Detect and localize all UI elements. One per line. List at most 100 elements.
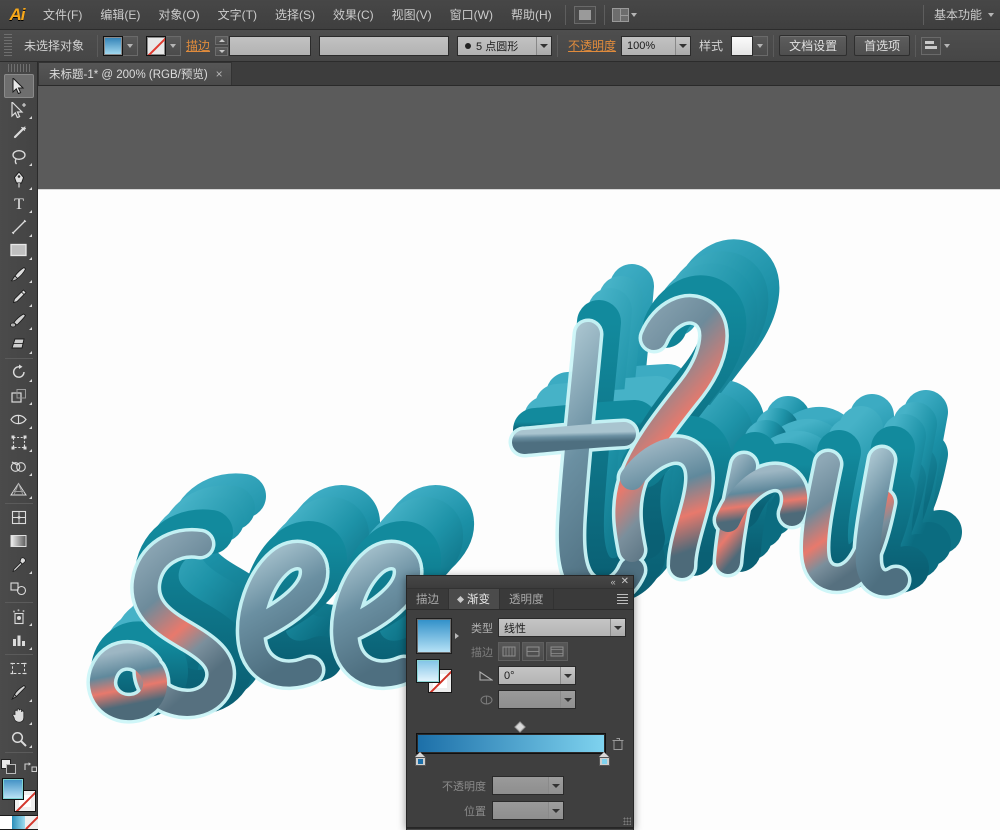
zoom-tool[interactable]: [4, 727, 34, 750]
magic-wand-tool[interactable]: [4, 121, 34, 144]
graphic-style-control[interactable]: [731, 35, 769, 56]
opacity-input[interactable]: 100%: [621, 35, 692, 56]
gradient-fill-stroke-cluster[interactable]: [416, 659, 456, 693]
menu-view[interactable]: 视图(V): [383, 0, 441, 30]
stroke-gradient-within-icon[interactable]: [498, 642, 520, 661]
menu-edit[interactable]: 编辑(E): [91, 0, 149, 30]
menu-object[interactable]: 对象(O): [149, 0, 208, 30]
menu-select[interactable]: 选择(S): [266, 0, 324, 30]
workspace-switcher[interactable]: 基本功能: [928, 4, 1000, 25]
eyedropper-tool[interactable]: [4, 553, 34, 576]
chevron-right-icon[interactable]: [455, 633, 459, 639]
menu-file[interactable]: 文件(F): [34, 0, 91, 30]
brush-dropdown[interactable]: [536, 36, 552, 55]
type-tool[interactable]: T: [4, 192, 34, 215]
default-colors-icon[interactable]: [0, 759, 16, 775]
stepper-up[interactable]: [215, 35, 229, 45]
eraser-tool[interactable]: [4, 332, 34, 355]
chevron-down-icon[interactable]: [548, 777, 563, 794]
close-icon[interactable]: ×: [216, 68, 223, 80]
stroke-gradient-along-icon[interactable]: [522, 642, 544, 661]
scale-tool[interactable]: [4, 384, 34, 407]
chevron-down-icon[interactable]: [560, 667, 575, 684]
panel-resize-grip[interactable]: [623, 817, 631, 825]
panel-tab-transparency[interactable]: 透明度: [500, 589, 554, 609]
gradient-tool[interactable]: [4, 530, 34, 553]
fill-swatch[interactable]: [103, 35, 124, 56]
shape-builder-tool[interactable]: [4, 454, 34, 477]
gradient-stop-end[interactable]: [599, 752, 610, 766]
stepper-down[interactable]: [215, 46, 229, 56]
menu-window[interactable]: 窗口(W): [441, 0, 502, 30]
gradient-fill-swatch[interactable]: [416, 659, 440, 683]
swap-colors-icon[interactable]: [23, 760, 37, 773]
stroke-label[interactable]: 描边: [181, 37, 215, 54]
gradient-angle-input[interactable]: 0°: [498, 666, 576, 685]
preferences-button[interactable]: 首选项: [854, 35, 911, 56]
blob-brush-tool[interactable]: [4, 309, 34, 332]
stroke-weight-stepper[interactable]: [215, 35, 229, 56]
stroke-swatch[interactable]: [146, 35, 167, 56]
perspective-grid-tool[interactable]: [4, 478, 34, 501]
gradient-aspect-ratio-input[interactable]: [498, 690, 576, 709]
chevron-down-icon[interactable]: [548, 802, 563, 819]
chevron-down-icon[interactable]: [560, 691, 575, 708]
hand-tool[interactable]: [4, 704, 34, 727]
fill-color-control[interactable]: [103, 35, 139, 56]
gradient-location-input[interactable]: [492, 801, 564, 820]
line-segment-tool[interactable]: [4, 215, 34, 238]
color-mode-gradient-icon[interactable]: [12, 816, 25, 830]
stroke-profile-input[interactable]: [319, 35, 450, 56]
toolbar-fill-swatch[interactable]: [1, 778, 24, 801]
opacity-label[interactable]: 不透明度: [563, 37, 621, 54]
menu-type[interactable]: 文字(T): [209, 0, 266, 30]
brush-definition-select[interactable]: 5 点圆形: [457, 35, 553, 56]
gradient-panel[interactable]: « ✕ 描边 渐变 透明度 类型 线性 描边 0° 不透明度 位置: [406, 575, 634, 830]
column-graph-tool[interactable]: [4, 628, 34, 651]
stroke-color-control[interactable]: [146, 35, 182, 56]
chevron-down-icon[interactable]: [610, 619, 625, 636]
menu-help[interactable]: 帮助(H): [502, 0, 561, 30]
align-icon[interactable]: [921, 36, 942, 55]
fill-dropdown-button[interactable]: [123, 35, 139, 56]
paintbrush-tool[interactable]: [4, 262, 34, 285]
panel-menu-icon[interactable]: [617, 594, 628, 604]
gradient-type-select[interactable]: 线性: [498, 618, 626, 637]
document-setup-button[interactable]: 文档设置: [779, 35, 848, 56]
free-transform-tool[interactable]: [4, 431, 34, 454]
close-icon[interactable]: ✕: [621, 577, 629, 587]
style-dropdown-button[interactable]: [753, 35, 769, 56]
menu-effect[interactable]: 效果(C): [324, 0, 383, 30]
bridge-icon[interactable]: [573, 5, 596, 24]
mesh-tool[interactable]: [4, 506, 34, 529]
panel-tab-gradient[interactable]: 渐变: [449, 589, 500, 609]
gradient-midpoint-handle[interactable]: [514, 721, 526, 733]
stroke-gradient-across-icon[interactable]: [546, 642, 568, 661]
rectangle-tool[interactable]: [4, 239, 34, 262]
rotate-tool[interactable]: [4, 361, 34, 384]
symbol-sprayer-tool[interactable]: [4, 605, 34, 628]
gradient-slider[interactable]: [415, 721, 624, 766]
style-swatch[interactable]: [731, 35, 754, 56]
options-bar-grip[interactable]: [4, 33, 12, 58]
gradient-stop-start[interactable]: [415, 752, 426, 766]
panel-tab-stroke[interactable]: 描边: [407, 589, 449, 609]
artboard-tool[interactable]: [4, 657, 34, 680]
gradient-preview-swatch[interactable]: [416, 618, 452, 654]
slice-tool[interactable]: [4, 680, 34, 703]
gradient-ramp[interactable]: [416, 733, 606, 754]
direct-selection-tool[interactable]: [4, 98, 34, 121]
gradient-opacity-input[interactable]: [492, 776, 564, 795]
panel-title-bar[interactable]: « ✕: [407, 576, 633, 589]
blend-tool[interactable]: [4, 576, 34, 599]
pen-tool[interactable]: [4, 168, 34, 191]
opacity-dropdown[interactable]: [675, 36, 691, 55]
width-tool[interactable]: [4, 407, 34, 430]
color-mode-none-icon[interactable]: [25, 816, 38, 830]
fill-stroke-color-cluster[interactable]: [1, 778, 36, 813]
lasso-tool[interactable]: [4, 145, 34, 168]
delete-stop-icon[interactable]: [612, 737, 624, 751]
arrange-documents-icon[interactable]: [611, 6, 642, 24]
tools-panel-grip[interactable]: [7, 64, 30, 73]
chevron-down-icon[interactable]: [944, 43, 951, 48]
